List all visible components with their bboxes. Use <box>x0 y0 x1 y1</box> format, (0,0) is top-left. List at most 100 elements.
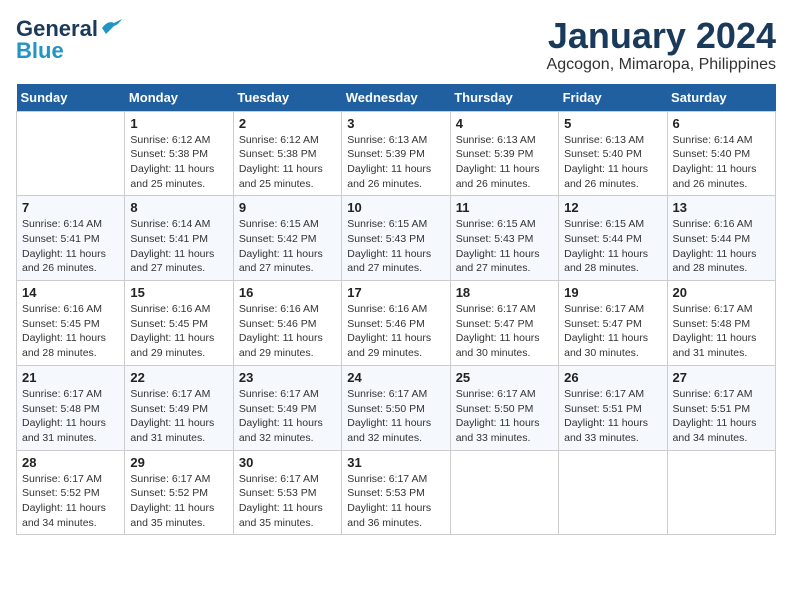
week-row-5: 28 Sunrise: 6:17 AM Sunset: 5:52 PM Dayli… <box>17 450 776 535</box>
day-info: Sunrise: 6:16 AM Sunset: 5:45 PM Dayligh… <box>22 302 119 361</box>
day-info: Sunrise: 6:16 AM Sunset: 5:46 PM Dayligh… <box>239 302 336 361</box>
calendar-cell <box>559 450 667 535</box>
day-number: 4 <box>456 116 553 131</box>
weekday-header-friday: Friday <box>559 84 667 112</box>
calendar-cell: 14 Sunrise: 6:16 AM Sunset: 5:45 PM Dayli… <box>17 281 125 366</box>
calendar-cell: 11 Sunrise: 6:15 AM Sunset: 5:43 PM Dayli… <box>450 196 558 281</box>
day-info: Sunrise: 6:12 AM Sunset: 5:38 PM Dayligh… <box>130 133 227 192</box>
day-info: Sunrise: 6:14 AM Sunset: 5:40 PM Dayligh… <box>673 133 770 192</box>
calendar-table: SundayMondayTuesdayWednesdayThursdayFrid… <box>16 84 776 536</box>
day-number: 28 <box>22 455 119 470</box>
day-info: Sunrise: 6:17 AM Sunset: 5:49 PM Dayligh… <box>239 387 336 446</box>
week-row-2: 7 Sunrise: 6:14 AM Sunset: 5:41 PM Daylig… <box>17 196 776 281</box>
calendar-cell: 9Sunrise: 6:15 AM Sunset: 5:42 PM Daylig… <box>233 196 341 281</box>
logo-bird-icon <box>100 18 122 36</box>
day-info: Sunrise: 6:16 AM Sunset: 5:45 PM Dayligh… <box>130 302 227 361</box>
day-number: 18 <box>456 285 553 300</box>
day-info: Sunrise: 6:15 AM Sunset: 5:43 PM Dayligh… <box>347 217 444 276</box>
day-info: Sunrise: 6:17 AM Sunset: 5:51 PM Dayligh… <box>564 387 661 446</box>
logo: General Blue <box>16 16 122 64</box>
calendar-cell: 13 Sunrise: 6:16 AM Sunset: 5:44 PM Dayli… <box>667 196 775 281</box>
day-info: Sunrise: 6:17 AM Sunset: 5:48 PM Dayligh… <box>22 387 119 446</box>
calendar-cell: 29 Sunrise: 6:17 AM Sunset: 5:52 PM Dayli… <box>125 450 233 535</box>
calendar-cell: 22 Sunrise: 6:17 AM Sunset: 5:49 PM Dayli… <box>125 365 233 450</box>
day-info: Sunrise: 6:17 AM Sunset: 5:51 PM Dayligh… <box>673 387 770 446</box>
weekday-header-wednesday: Wednesday <box>342 84 450 112</box>
day-number: 21 <box>22 370 119 385</box>
calendar-cell: 27Sunrise: 6:17 AM Sunset: 5:51 PM Dayli… <box>667 365 775 450</box>
title-area: January 2024 Agcogon, Mimaropa, Philippi… <box>547 16 776 74</box>
calendar-cell: 7 Sunrise: 6:14 AM Sunset: 5:41 PM Daylig… <box>17 196 125 281</box>
day-number: 11 <box>456 200 553 215</box>
day-number: 12 <box>564 200 661 215</box>
calendar-cell: 16 Sunrise: 6:16 AM Sunset: 5:46 PM Dayli… <box>233 281 341 366</box>
calendar-cell: 20 Sunrise: 6:17 AM Sunset: 5:48 PM Dayli… <box>667 281 775 366</box>
week-row-1: 1 Sunrise: 6:12 AM Sunset: 5:38 PM Daylig… <box>17 111 776 196</box>
calendar-cell: 5 Sunrise: 6:13 AM Sunset: 5:40 PM Daylig… <box>559 111 667 196</box>
calendar-cell: 19 Sunrise: 6:17 AM Sunset: 5:47 PM Dayli… <box>559 281 667 366</box>
day-info: Sunrise: 6:17 AM Sunset: 5:48 PM Dayligh… <box>673 302 770 361</box>
weekday-header-row: SundayMondayTuesdayWednesdayThursdayFrid… <box>17 84 776 112</box>
day-info: Sunrise: 6:15 AM Sunset: 5:43 PM Dayligh… <box>456 217 553 276</box>
calendar-cell: 4Sunrise: 6:13 AM Sunset: 5:39 PM Daylig… <box>450 111 558 196</box>
calendar-cell: 15 Sunrise: 6:16 AM Sunset: 5:45 PM Dayli… <box>125 281 233 366</box>
weekday-header-sunday: Sunday <box>17 84 125 112</box>
day-number: 25 <box>456 370 553 385</box>
calendar-cell: 3Sunrise: 6:13 AM Sunset: 5:39 PM Daylig… <box>342 111 450 196</box>
day-info: Sunrise: 6:17 AM Sunset: 5:52 PM Dayligh… <box>130 472 227 531</box>
day-number: 1 <box>130 116 227 131</box>
day-number: 22 <box>130 370 227 385</box>
day-number: 2 <box>239 116 336 131</box>
day-info: Sunrise: 6:15 AM Sunset: 5:44 PM Dayligh… <box>564 217 661 276</box>
weekday-header-monday: Monday <box>125 84 233 112</box>
day-number: 31 <box>347 455 444 470</box>
day-number: 5 <box>564 116 661 131</box>
calendar-cell: 31 Sunrise: 6:17 AM Sunset: 5:53 PM Dayli… <box>342 450 450 535</box>
day-number: 14 <box>22 285 119 300</box>
page-header: General Blue January 2024 Agcogon, Mimar… <box>16 16 776 74</box>
day-info: Sunrise: 6:13 AM Sunset: 5:40 PM Dayligh… <box>564 133 661 192</box>
day-info: Sunrise: 6:17 AM Sunset: 5:47 PM Dayligh… <box>564 302 661 361</box>
day-number: 15 <box>130 285 227 300</box>
calendar-cell: 24Sunrise: 6:17 AM Sunset: 5:50 PM Dayli… <box>342 365 450 450</box>
day-number: 3 <box>347 116 444 131</box>
day-number: 13 <box>673 200 770 215</box>
weekday-header-tuesday: Tuesday <box>233 84 341 112</box>
calendar-cell: 30Sunrise: 6:17 AM Sunset: 5:53 PM Dayli… <box>233 450 341 535</box>
day-number: 20 <box>673 285 770 300</box>
day-number: 29 <box>130 455 227 470</box>
day-info: Sunrise: 6:16 AM Sunset: 5:46 PM Dayligh… <box>347 302 444 361</box>
day-info: Sunrise: 6:12 AM Sunset: 5:38 PM Dayligh… <box>239 133 336 192</box>
day-info: Sunrise: 6:14 AM Sunset: 5:41 PM Dayligh… <box>22 217 119 276</box>
day-number: 24 <box>347 370 444 385</box>
week-row-3: 14 Sunrise: 6:16 AM Sunset: 5:45 PM Dayli… <box>17 281 776 366</box>
calendar-cell: 25 Sunrise: 6:17 AM Sunset: 5:50 PM Dayli… <box>450 365 558 450</box>
day-info: Sunrise: 6:14 AM Sunset: 5:41 PM Dayligh… <box>130 217 227 276</box>
day-info: Sunrise: 6:17 AM Sunset: 5:49 PM Dayligh… <box>130 387 227 446</box>
day-number: 10 <box>347 200 444 215</box>
weekday-header-thursday: Thursday <box>450 84 558 112</box>
day-info: Sunrise: 6:16 AM Sunset: 5:44 PM Dayligh… <box>673 217 770 276</box>
calendar-cell: 23Sunrise: 6:17 AM Sunset: 5:49 PM Dayli… <box>233 365 341 450</box>
calendar-cell <box>17 111 125 196</box>
weekday-header-saturday: Saturday <box>667 84 775 112</box>
day-number: 8 <box>130 200 227 215</box>
calendar-cell <box>450 450 558 535</box>
day-info: Sunrise: 6:17 AM Sunset: 5:52 PM Dayligh… <box>22 472 119 531</box>
day-number: 19 <box>564 285 661 300</box>
day-number: 7 <box>22 200 119 215</box>
day-number: 6 <box>673 116 770 131</box>
day-number: 9 <box>239 200 336 215</box>
calendar-cell: 21 Sunrise: 6:17 AM Sunset: 5:48 PM Dayli… <box>17 365 125 450</box>
day-info: Sunrise: 6:17 AM Sunset: 5:53 PM Dayligh… <box>347 472 444 531</box>
calendar-cell: 18Sunrise: 6:17 AM Sunset: 5:47 PM Dayli… <box>450 281 558 366</box>
logo-blue: Blue <box>16 38 64 64</box>
calendar-cell: 8 Sunrise: 6:14 AM Sunset: 5:41 PM Daylig… <box>125 196 233 281</box>
calendar-cell: 2 Sunrise: 6:12 AM Sunset: 5:38 PM Daylig… <box>233 111 341 196</box>
calendar-cell: 1 Sunrise: 6:12 AM Sunset: 5:38 PM Daylig… <box>125 111 233 196</box>
calendar-subtitle: Agcogon, Mimaropa, Philippines <box>547 56 776 74</box>
day-info: Sunrise: 6:17 AM Sunset: 5:50 PM Dayligh… <box>456 387 553 446</box>
day-number: 30 <box>239 455 336 470</box>
calendar-cell: 28 Sunrise: 6:17 AM Sunset: 5:52 PM Dayli… <box>17 450 125 535</box>
day-number: 16 <box>239 285 336 300</box>
